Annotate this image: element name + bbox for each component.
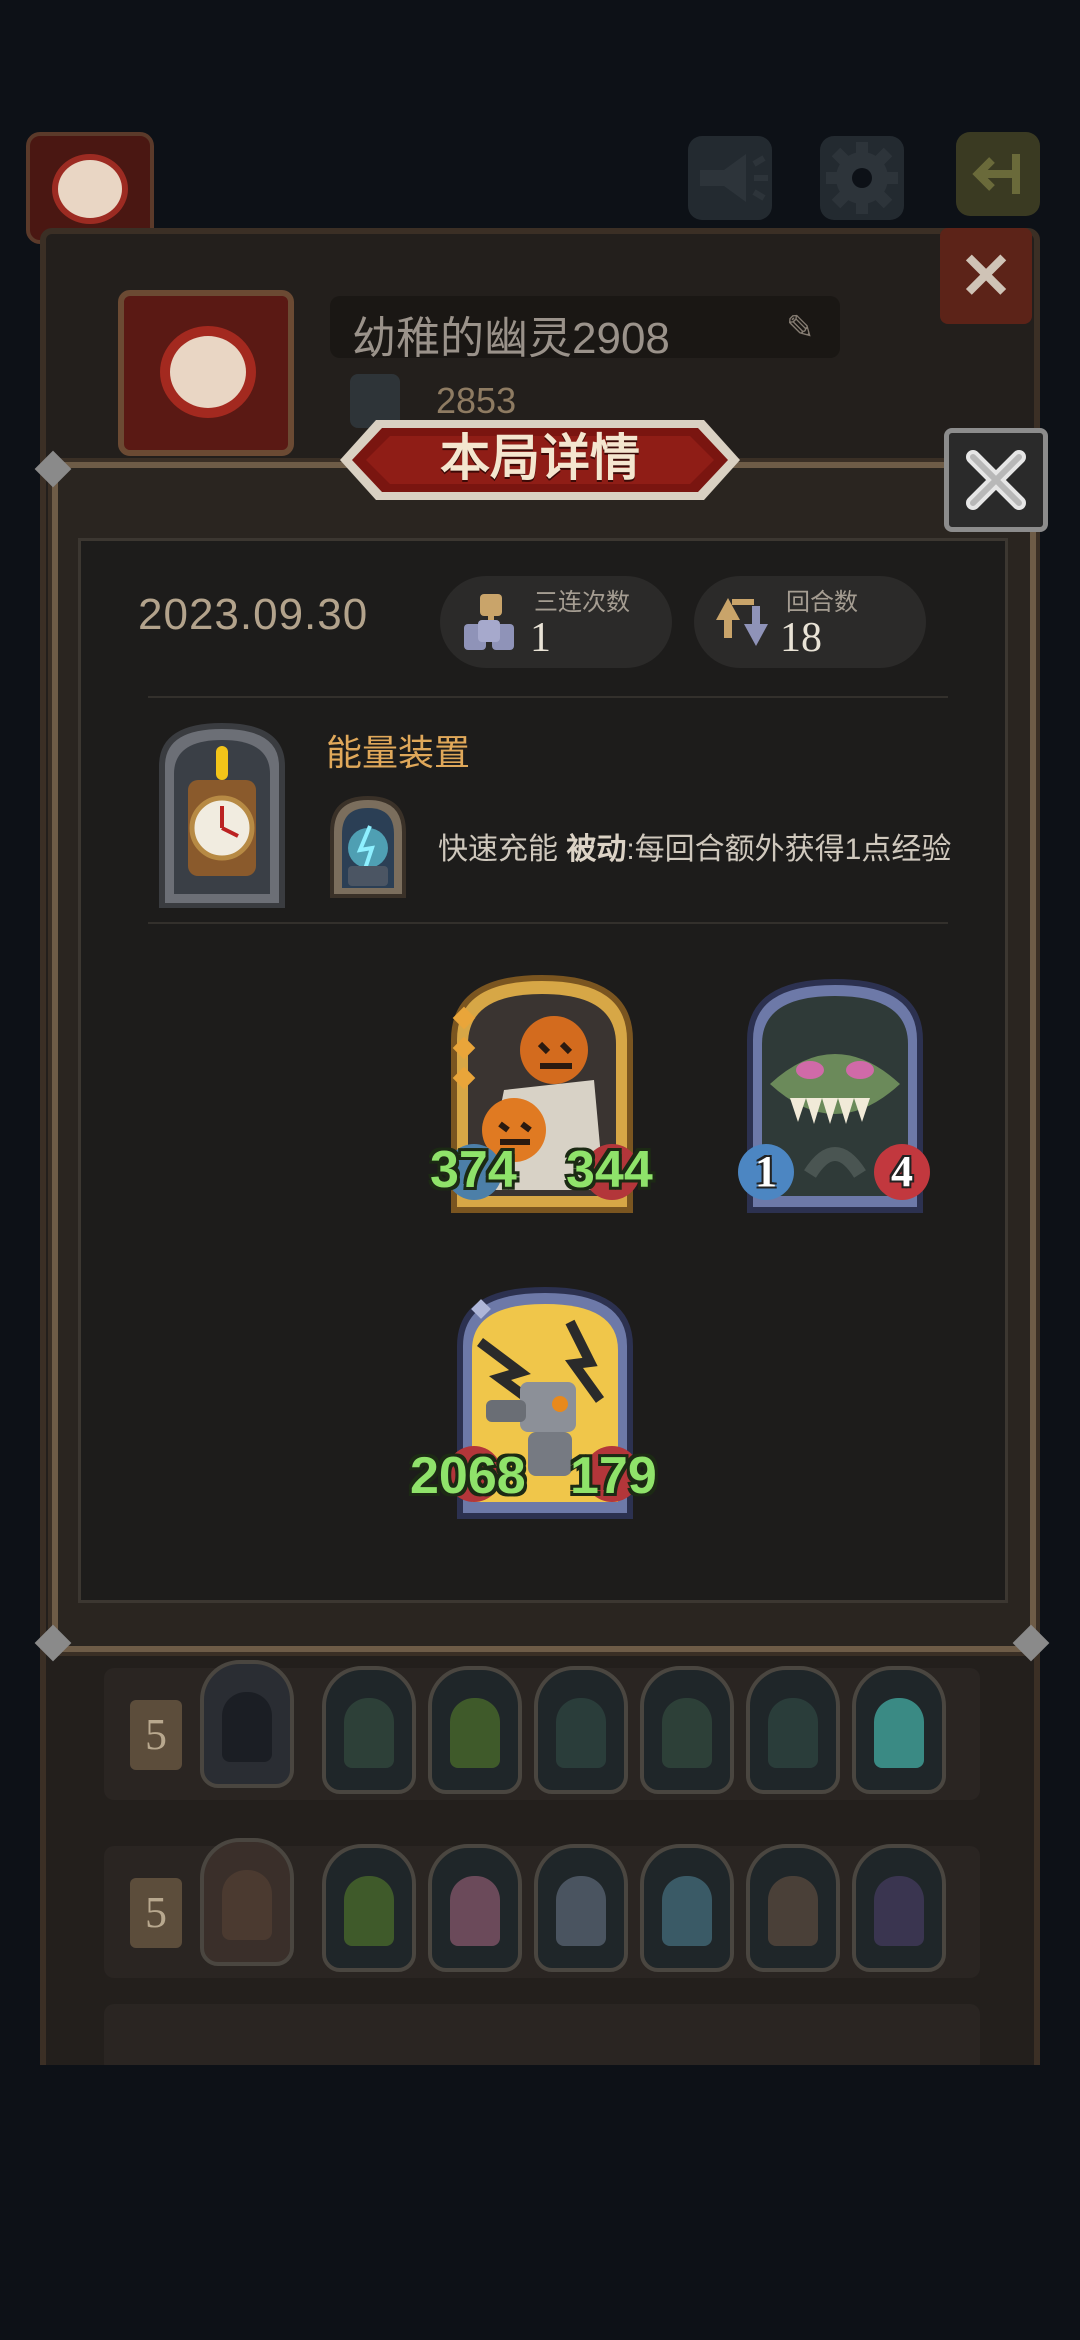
lineup-card[interactable] — [640, 1666, 734, 1794]
triple-merge-icon — [464, 594, 514, 650]
card-health: 4 — [891, 1147, 913, 1196]
card-health: 344 — [566, 1141, 653, 1199]
announcement-icon[interactable] — [688, 136, 772, 220]
triples-value: 1 — [530, 615, 551, 661]
skill-description: 快速充能 被动:每回合额外获得1点经验 — [438, 824, 951, 868]
skill-name: 快速充能 — [438, 833, 558, 866]
list-clip — [30, 2065, 1050, 2145]
lineup-card[interactable] — [746, 1666, 840, 1794]
avatar-face — [52, 154, 128, 224]
skill-type: 被动 — [566, 833, 627, 866]
device-title: 能量装置 — [326, 732, 471, 773]
exit-icon[interactable] — [956, 132, 1040, 216]
player-name: 幼稚的幽灵2908 — [352, 314, 670, 363]
lineup-card[interactable] — [534, 1844, 628, 1972]
card-attack: 1 — [755, 1147, 777, 1196]
lineup-card[interactable] — [322, 1844, 416, 1972]
rounds-label: 回合数 — [786, 589, 858, 616]
energy-device-icon[interactable] — [148, 716, 296, 908]
triples-label: 三连次数 — [534, 589, 630, 616]
lineup-level-badge: 5 — [130, 1700, 182, 1770]
match-date: 2023.09.30 — [138, 590, 369, 639]
fast-charge-skill-icon[interactable] — [326, 792, 410, 902]
rounds-value: 18 — [780, 615, 822, 661]
lineup-row[interactable] — [104, 2004, 980, 2074]
lineup-device-card[interactable] — [200, 1660, 294, 1788]
card-attack: 374 — [430, 1141, 517, 1199]
lineup-card[interactable] — [428, 1666, 522, 1794]
settings-gear-icon[interactable] — [820, 136, 904, 220]
lineup-card[interactable] — [746, 1844, 840, 1972]
lineup-device-card[interactable] — [200, 1838, 294, 1966]
lineup-card[interactable] — [640, 1844, 734, 1972]
lineup-card[interactable] — [428, 1844, 522, 1972]
modal-close-button[interactable] — [944, 428, 1048, 532]
card-attack: 2068 — [410, 1447, 526, 1505]
divider — [148, 922, 948, 924]
modal-title: 本局详情 — [440, 430, 640, 486]
lineup-level-badge: 5 — [130, 1878, 182, 1948]
lineup-card[interactable] — [852, 1666, 946, 1794]
skill-effect: :每回合额外获得1点经验 — [626, 833, 952, 866]
close-icon — [966, 450, 1026, 510]
rounds-cycle-icon — [716, 598, 768, 646]
lineup-card[interactable] — [852, 1844, 946, 1972]
edit-name-pencil-icon[interactable]: ✎ — [786, 308, 822, 347]
lineup-card[interactable] — [534, 1666, 628, 1794]
card-health: 179 — [570, 1447, 657, 1505]
avatar-face — [160, 326, 256, 418]
profile-avatar[interactable] — [118, 290, 294, 456]
profile-close-icon[interactable]: ✕ — [940, 228, 1032, 324]
lineup-card[interactable] — [322, 1666, 416, 1794]
divider — [148, 696, 948, 698]
